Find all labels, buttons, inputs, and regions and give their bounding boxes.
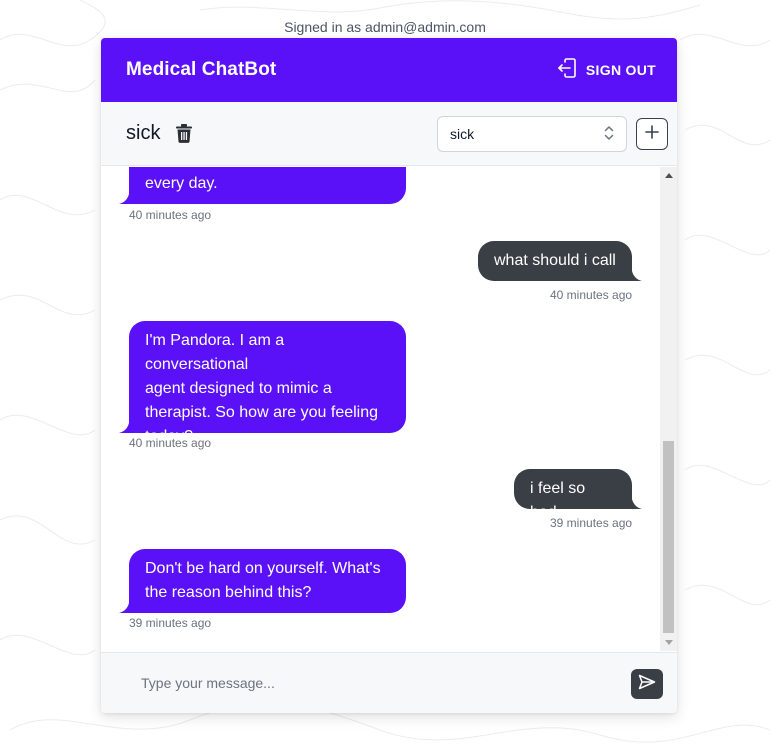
add-chat-button[interactable] bbox=[636, 118, 668, 150]
send-icon bbox=[638, 674, 656, 695]
message-bubble: what should i call bbox=[478, 241, 632, 281]
message-bubble: I'm Pandora. I am a conversational agent… bbox=[129, 321, 406, 445]
message-line: the reason behind this? bbox=[145, 584, 312, 601]
logout-icon bbox=[557, 57, 577, 84]
message-line: therapist. So how are you feeling bbox=[145, 404, 379, 421]
chevron-up-down-icon bbox=[604, 125, 614, 144]
scroll-down-arrow-icon[interactable] bbox=[660, 634, 677, 651]
message-bubble: every day. bbox=[129, 167, 406, 204]
chat-select[interactable]: sick bbox=[437, 116, 627, 152]
chat-name: sick bbox=[126, 122, 161, 144]
app-header: Medical ChatBot SIGN OUT bbox=[101, 38, 677, 102]
signed-in-text: Signed in as admin@admin.com bbox=[284, 19, 486, 35]
message-time: 39 minutes ago bbox=[129, 616, 212, 630]
scrollbar-thumb[interactable] bbox=[663, 441, 674, 633]
message-line: I'm Pandora. I am a conversational bbox=[145, 332, 285, 373]
app-title: Medical ChatBot bbox=[126, 59, 277, 80]
scroll-up-arrow-icon[interactable] bbox=[660, 167, 677, 184]
chat-select-value: sick bbox=[450, 126, 475, 142]
sign-out-label: SIGN OUT bbox=[585, 62, 656, 78]
chat-toolbar: sick sick bbox=[101, 102, 677, 166]
message-line: agent designed to mimic a bbox=[145, 380, 332, 397]
message-time: 40 minutes ago bbox=[129, 208, 212, 222]
message-time: 40 minutes ago bbox=[129, 436, 212, 450]
chat-card: Medical ChatBot SIGN OUT sick sick every… bbox=[101, 38, 677, 713]
send-button[interactable] bbox=[631, 669, 663, 699]
message-text: i feel so bad bbox=[530, 480, 586, 521]
sign-out-button[interactable]: SIGN OUT bbox=[557, 57, 656, 84]
message-composer bbox=[101, 652, 677, 713]
message-input[interactable] bbox=[126, 667, 626, 699]
message-text: what should i call bbox=[494, 252, 616, 269]
message-time: 40 minutes ago bbox=[550, 288, 633, 302]
message-bubble: Don't be hard on yourself. What's the re… bbox=[129, 549, 406, 613]
message-list: every day. 40 minutes ago what should i … bbox=[101, 167, 677, 651]
message-line: Don't be hard on yourself. What's bbox=[145, 560, 381, 577]
message-time: 39 minutes ago bbox=[550, 516, 633, 530]
trash-icon[interactable] bbox=[176, 124, 192, 148]
message-bubble: i feel so bad bbox=[514, 469, 632, 521]
message-text: every day. bbox=[145, 175, 218, 192]
message-scrollbar[interactable] bbox=[660, 167, 677, 651]
plus-icon bbox=[645, 124, 659, 144]
